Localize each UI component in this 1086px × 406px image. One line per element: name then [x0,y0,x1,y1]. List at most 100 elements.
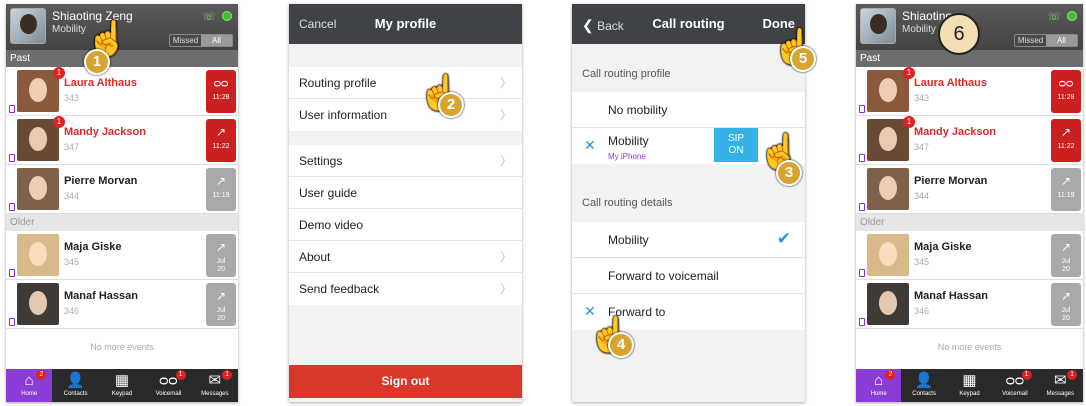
voicemail-icon: ᴑᴑ [213,76,229,90]
chevron-right-icon: 〉 [499,250,512,264]
contact-name: Pierre Morvan [64,175,138,187]
tab-keypad[interactable]: ▦ Keypad [947,369,992,402]
menu-about[interactable]: About 〉 [289,241,522,273]
contact-row[interactable]: Pierre Morvan 344 ↗ 11:19 [6,165,238,214]
contact-row[interactable]: Maja Giske 345 ↗ Jul 20 [6,231,238,280]
call-time: 11:19 [1057,192,1075,199]
contact-avatar[interactable] [867,119,909,161]
contact-extension: 346 [64,306,80,316]
contact-row[interactable]: Manaf Hassan 346 ↗ Jul 20 [856,280,1083,329]
section-older: Older [6,214,238,231]
tab-voicemail[interactable]: ᴑᴑ Voicemail 1 [145,369,191,402]
contact-name: Maja Giske [914,241,972,253]
call-action-button[interactable]: ᴑᴑ 11:28 [206,70,236,113]
profile-group-1: Routing profile 〉 User information 〉 [289,67,522,131]
sip-status-badge[interactable]: SIP ON [714,128,758,162]
call-action-button[interactable]: ↗ Jul 20 [1051,283,1081,326]
contact-avatar[interactable] [17,234,59,276]
call-action-button[interactable]: ↗ Jul 20 [206,234,236,277]
option-label: Forward to voicemail [608,269,719,283]
contact-avatar[interactable] [17,119,59,161]
call-action-button[interactable]: ↗ Jul 20 [1051,234,1081,277]
contact-avatar[interactable] [867,70,909,112]
outgoing-call-icon: ↗ [1060,174,1072,188]
call-time: 11:28 [212,94,230,101]
detail-forward-voicemail[interactable]: Forward to voicemail [572,258,805,294]
tab-label: Keypad [959,391,980,397]
contact-row[interactable]: Pierre Morvan 344 ↗ 11:19 [856,165,1083,214]
tab-badge: 1 [1021,370,1032,380]
filter-all[interactable]: All [1046,35,1077,46]
chevron-right-icon: 〉 [499,282,512,296]
tab-messages[interactable]: ✉ Messages 1 [192,369,238,402]
contact-row[interactable]: Manaf Hassan 346 ↗ Jul 20 [6,280,238,329]
contact-row[interactable]: 1 Laura Althaus 343 ᴑᴑ 11:28 [856,67,1083,116]
call-time: Jul 20 [1061,258,1071,273]
step-badge-1: 1 [84,49,110,75]
sign-out-button[interactable]: Sign out [289,365,522,398]
profile-group-2: Settings 〉 User guide Demo video About 〉… [289,145,522,305]
contact-avatar[interactable] [867,234,909,276]
detail-mobility[interactable]: Mobility ✔ [572,222,805,258]
option-no-mobility[interactable]: No mobility [572,92,805,128]
contact-name: Mandy Jackson [64,126,146,138]
outgoing-call-icon: ↗ [1060,289,1072,303]
tab-contacts[interactable]: 👤 Contacts [52,369,98,402]
tab-contacts[interactable]: 👤 Contacts [901,369,946,402]
call-action-button[interactable]: ↗ 11:19 [206,168,236,211]
menu-user-guide[interactable]: User guide [289,177,522,209]
call-action-button[interactable]: ↗ 11:22 [1051,119,1081,162]
contact-row[interactable]: 1 Laura Althaus 343 ᴑᴑ 11:28 [6,67,238,116]
call-action-button[interactable]: ↗ Jul 20 [206,283,236,326]
contact-avatar[interactable] [17,168,59,210]
tab-home[interactable]: ⌂ Home 2 [856,369,902,402]
tab-home[interactable]: ⌂ Home 2 [6,369,53,402]
menu-send-feedback[interactable]: Send feedback 〉 [289,273,522,305]
contact-avatar[interactable] [867,168,909,210]
filter-all[interactable]: All [201,35,232,46]
page-title: My profile [374,16,437,31]
tab-messages[interactable]: ✉ Messages 1 [1038,369,1083,402]
filter-missed[interactable]: Missed [1015,35,1046,46]
call-action-button[interactable]: ↗ 11:22 [206,119,236,162]
contact-avatar[interactable] [17,70,59,112]
call-time: 11:28 [1057,94,1075,101]
contacts-icon: 👤 [914,372,934,389]
call-action-button[interactable]: ᴑᴑ 11:28 [1051,70,1081,113]
call-time: 11:19 [212,192,230,199]
menu-label: User information [299,108,388,122]
menu-settings[interactable]: Settings 〉 [289,145,522,177]
menu-label: Send feedback [299,282,380,296]
menu-user-information[interactable]: User information 〉 [289,99,522,131]
missed-call-icon: ↗ [215,125,227,139]
device-icon [9,105,15,113]
missed-call-icon: ↗ [1060,125,1072,139]
tab-label: Messages [201,391,229,397]
device-icon [859,318,865,326]
menu-routing-profile[interactable]: Routing profile 〉 [289,67,522,99]
user-avatar[interactable] [860,8,896,44]
menu-demo-video[interactable]: Demo video [289,209,522,241]
contact-name: Manaf Hassan [914,290,988,302]
call-time: 11:22 [212,143,230,150]
call-action-button[interactable]: ↗ 11:19 [1051,168,1081,211]
outgoing-call-icon: ↗ [215,289,227,303]
contact-avatar[interactable] [17,283,59,325]
contact-row[interactable]: 1 Mandy Jackson 347 ↗ 11:22 [6,116,238,165]
presence-icon [222,11,232,21]
contact-row[interactable]: Maja Giske 345 ↗ Jul 20 [856,231,1083,280]
device-icon [859,203,865,211]
tab-label: Keypad [111,391,133,397]
contact-avatar[interactable] [867,283,909,325]
keypad-icon: ▦ [114,372,130,389]
user-avatar[interactable] [10,8,46,44]
step-badge-5: 5 [790,46,816,72]
section-header: Call routing profile [582,68,671,80]
filter-missed[interactable]: Missed [170,35,201,46]
contact-row[interactable]: 1 Mandy Jackson 347 ↗ 11:22 [856,116,1083,165]
outgoing-call-icon: ↗ [1060,240,1072,254]
device-icon [859,154,865,162]
menu-label: About [299,250,331,264]
tab-keypad[interactable]: ▦ Keypad [99,369,145,402]
tab-voicemail[interactable]: ᴑᴑ Voicemail 1 [992,369,1037,402]
